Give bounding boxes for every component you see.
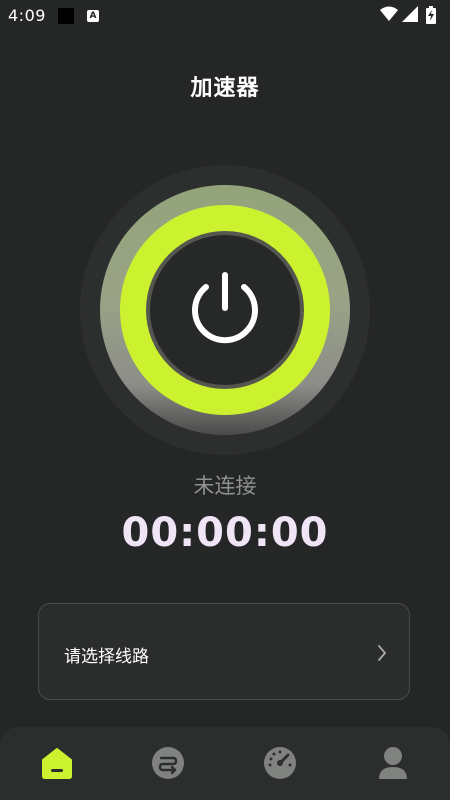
- wifi-icon: [380, 6, 398, 21]
- home-icon: [42, 748, 72, 779]
- route-selector[interactable]: 请选择线路: [38, 603, 410, 700]
- status-time: 4:09: [8, 6, 46, 25]
- route-label: 请选择线路: [64, 647, 149, 667]
- bottom-nav: [0, 727, 450, 800]
- nav-routes[interactable]: [113, 727, 223, 800]
- user-icon: [379, 747, 407, 779]
- cellular-signal-icon: [402, 6, 418, 22]
- chevron-right-icon: [378, 645, 386, 661]
- nav-profile[interactable]: [338, 727, 448, 800]
- notification-icon: [58, 8, 74, 24]
- page-title: 加速器: [190, 76, 260, 101]
- power-icon: [192, 272, 258, 344]
- power-control: [80, 165, 370, 455]
- connection-timer: 00:00:00: [121, 510, 329, 556]
- route-icon: [152, 747, 184, 779]
- nav-home[interactable]: [2, 727, 112, 800]
- battery-charging-icon: [426, 6, 436, 24]
- connection-status: 未连接: [193, 474, 257, 498]
- nav-speed[interactable]: [225, 727, 335, 800]
- speedometer-icon: [264, 747, 296, 779]
- power-button[interactable]: [150, 235, 300, 385]
- a-notification-icon: A: [87, 10, 99, 22]
- status-bar: 4:09 A: [0, 0, 450, 32]
